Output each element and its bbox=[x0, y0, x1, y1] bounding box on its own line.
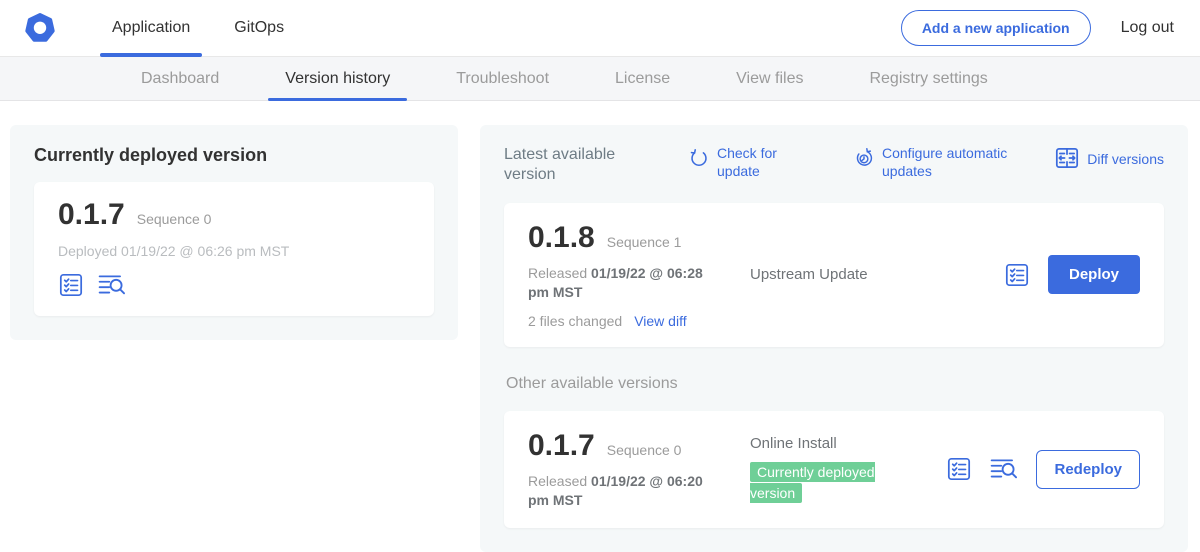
latest-sequence-label: Sequence 1 bbox=[607, 234, 682, 250]
view-logs-icon[interactable] bbox=[990, 457, 1018, 481]
other-version-info: 0.1.7 Sequence 0 Released 01/19/22 @ 06:… bbox=[528, 429, 744, 510]
latest-available-title: Latest available version bbox=[504, 145, 644, 185]
tab-application[interactable]: Application bbox=[90, 0, 212, 57]
currently-deployed-badge: Currently deployed version bbox=[750, 462, 875, 503]
subnav-tab-troubleshoot[interactable]: Troubleshoot bbox=[423, 57, 582, 100]
clock-refresh-icon bbox=[853, 145, 875, 175]
deployed-timestamp: Deployed 01/19/22 @ 06:26 pm MST bbox=[58, 243, 410, 259]
main-content: Currently deployed version 0.1.7 Sequenc… bbox=[0, 101, 1200, 552]
subnav-tab-registry-settings-label: Registry settings bbox=[869, 70, 987, 88]
latest-version-number: 0.1.8 bbox=[528, 221, 595, 255]
configure-automatic-updates-button[interactable]: Configure automatic updates bbox=[853, 145, 1044, 180]
currently-deployed-panel: Currently deployed version 0.1.7 Sequenc… bbox=[10, 125, 458, 340]
top-header: Application GitOps Add a new application… bbox=[0, 0, 1200, 57]
files-changed-row: 2 files changed View diff bbox=[528, 313, 744, 329]
deployed-sequence-label: Sequence 0 bbox=[137, 211, 212, 227]
tab-application-label: Application bbox=[112, 19, 190, 37]
other-card-actions: Redeploy bbox=[946, 450, 1140, 489]
released-prefix: Released bbox=[528, 265, 587, 281]
subnav-tab-view-files[interactable]: View files bbox=[703, 57, 836, 100]
check-for-update-button[interactable]: Check for update bbox=[688, 145, 791, 180]
diff-versions-label: Diff versions bbox=[1087, 151, 1164, 169]
refresh-icon bbox=[688, 145, 710, 175]
page: Application GitOps Add a new application… bbox=[0, 0, 1200, 536]
subnav-tab-dashboard[interactable]: Dashboard bbox=[108, 57, 252, 100]
released-prefix: Released bbox=[528, 473, 587, 489]
deployed-version-row: 0.1.7 Sequence 0 bbox=[58, 198, 410, 232]
other-version-card: 0.1.7 Sequence 0 Released 01/19/22 @ 06:… bbox=[504, 411, 1164, 528]
add-application-button[interactable]: Add a new application bbox=[901, 10, 1091, 46]
preflight-checklist-icon[interactable] bbox=[946, 456, 972, 482]
tab-gitops-label: GitOps bbox=[234, 19, 284, 37]
other-version-row: 0.1.7 Sequence 0 bbox=[528, 429, 744, 463]
latest-released-line: Released 01/19/22 @ 06:28 pm MST bbox=[528, 264, 720, 302]
preflight-checklist-icon[interactable] bbox=[58, 272, 84, 298]
preflight-checklist-icon[interactable] bbox=[1004, 262, 1030, 288]
other-version-source-col: Online Install Currently deployed versio… bbox=[750, 429, 902, 510]
redeploy-button[interactable]: Redeploy bbox=[1036, 450, 1140, 489]
deploy-button[interactable]: Deploy bbox=[1048, 255, 1140, 294]
subnav-tab-registry-settings[interactable]: Registry settings bbox=[836, 57, 1020, 100]
other-version-source: Online Install bbox=[750, 435, 902, 452]
other-versions-title: Other available versions bbox=[506, 375, 1164, 393]
latest-version-row: 0.1.8 Sequence 1 bbox=[528, 221, 744, 255]
latest-version-info: 0.1.8 Sequence 1 Released 01/19/22 @ 06:… bbox=[528, 221, 744, 329]
subnav-tab-license-label: License bbox=[615, 70, 670, 88]
tab-gitops[interactable]: GitOps bbox=[212, 0, 306, 57]
diff-table-icon bbox=[1054, 145, 1080, 175]
subnav-tab-troubleshoot-label: Troubleshoot bbox=[456, 70, 549, 88]
deployed-version-card: 0.1.7 Sequence 0 Deployed 01/19/22 @ 06:… bbox=[34, 182, 434, 316]
app-subnav: Dashboard Version history Troubleshoot L… bbox=[0, 57, 1200, 101]
other-sequence-label: Sequence 0 bbox=[607, 442, 682, 458]
latest-available-panel: Latest available version Check for updat… bbox=[480, 125, 1188, 552]
latest-version-card: 0.1.8 Sequence 1 Released 01/19/22 @ 06:… bbox=[504, 203, 1164, 347]
app-logo-icon[interactable] bbox=[24, 12, 56, 44]
diff-versions-button[interactable]: Diff versions bbox=[1054, 145, 1164, 175]
deployed-badge-wrap: Currently deployed version bbox=[750, 462, 902, 504]
other-version-number: 0.1.7 bbox=[528, 429, 595, 463]
subnav-tab-version-history[interactable]: Version history bbox=[252, 57, 423, 100]
subnav-tab-version-history-label: Version history bbox=[285, 70, 390, 88]
subnav-tab-dashboard-label: Dashboard bbox=[141, 70, 219, 88]
files-changed-label: 2 files changed bbox=[528, 313, 622, 329]
check-for-update-label: Check for update bbox=[717, 145, 791, 180]
subnav-tab-license[interactable]: License bbox=[582, 57, 703, 100]
configure-automatic-updates-label: Configure automatic updates bbox=[882, 145, 1044, 180]
latest-card-actions: Deploy bbox=[1004, 255, 1140, 294]
latest-version-source: Upstream Update bbox=[750, 266, 868, 283]
view-diff-link[interactable]: View diff bbox=[634, 313, 686, 329]
other-released-line: Released 01/19/22 @ 06:20 pm MST bbox=[528, 472, 720, 510]
currently-deployed-title: Currently deployed version bbox=[34, 145, 434, 166]
view-logs-icon[interactable] bbox=[98, 273, 126, 297]
deployed-version-number: 0.1.7 bbox=[58, 198, 125, 232]
subnav-tab-view-files-label: View files bbox=[736, 70, 803, 88]
logout-link[interactable]: Log out bbox=[1121, 19, 1174, 37]
deployed-actions-row bbox=[58, 272, 410, 298]
latest-header-row: Latest available version Check for updat… bbox=[504, 145, 1164, 185]
